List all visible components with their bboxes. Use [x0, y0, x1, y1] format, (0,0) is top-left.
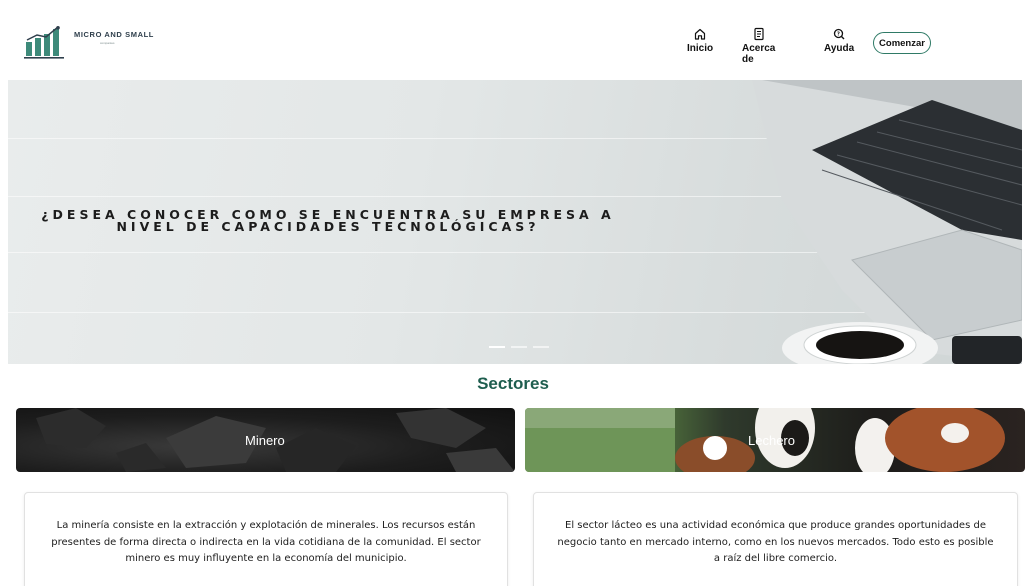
top-header: MICRO AND SMALL companies Inicio Acerca … — [0, 0, 1026, 80]
brand-name: MICRO AND SMALL — [74, 30, 154, 39]
hero-headline-line2: NIVEL DE CAPACIDADES TECNOLÓGICAS? — [116, 219, 540, 234]
nav-label-inicio: Inicio — [687, 43, 714, 54]
brand-tagline: companies — [100, 41, 115, 45]
carousel-dot-2[interactable] — [511, 346, 527, 348]
sectors-heading: Sectores — [477, 374, 549, 393]
help-search-icon: ? — [833, 28, 845, 40]
brand-logo[interactable]: MICRO AND SMALL companies — [24, 26, 154, 60]
carousel-indicators — [489, 346, 549, 348]
hero-headline: ¿DESEA CONOCER COMO SE ENCUENTRA SU EMPR… — [8, 208, 688, 234]
nav-item-ayuda[interactable]: ? Ayuda — [824, 27, 854, 54]
nav-label-acerca: Acerca de — [742, 43, 776, 65]
sector-description-minero: La minería consiste en la extracción y e… — [51, 520, 481, 564]
nav-item-inicio[interactable]: Inicio — [687, 27, 713, 54]
carousel-dot-1[interactable] — [489, 346, 505, 348]
sector-description-card-minero: La minería consiste en la extracción y e… — [24, 492, 508, 586]
comenzar-button[interactable]: Comenzar — [873, 32, 931, 54]
nav-label-ayuda: Ayuda — [824, 43, 855, 54]
sector-card-lechero[interactable]: Lechero — [525, 408, 1025, 472]
sector-label-minero: Minero — [245, 433, 285, 448]
carousel-dot-3[interactable] — [533, 346, 549, 348]
document-icon — [754, 27, 764, 41]
home-icon — [694, 28, 706, 40]
sector-label-lechero: Lechero — [748, 433, 795, 448]
sector-card-minero[interactable]: Minero — [16, 408, 515, 472]
svg-text:?: ? — [837, 31, 840, 37]
bar-chart-logo-icon — [24, 26, 64, 59]
hero-carousel: ¿DESEA CONOCER COMO SE ENCUENTRA SU EMPR… — [8, 80, 1022, 364]
sector-description-card-lechero: El sector lácteo es una actividad económ… — [533, 492, 1018, 586]
sector-description-lechero: El sector lácteo es una actividad económ… — [557, 520, 994, 564]
nav-item-acerca[interactable]: Acerca de — [742, 27, 775, 65]
